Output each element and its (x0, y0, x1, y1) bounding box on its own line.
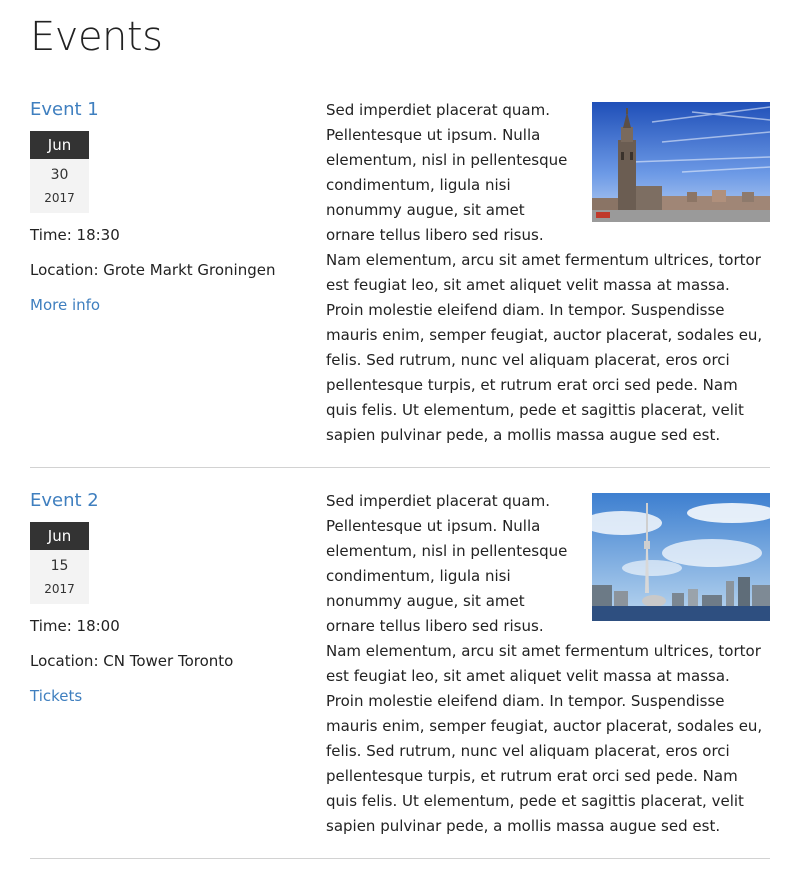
event-time: Time: 18:30 (30, 226, 120, 244)
church-tower-photo-icon (592, 102, 770, 222)
event-description: Sed imperdiet placerat quam. Pellentesqu… (326, 489, 770, 839)
date-badge: Jun 15 2017 (30, 522, 89, 604)
event-time: Time: 18:00 (30, 617, 120, 635)
date-day: 15 (50, 558, 69, 574)
event-location: Location: Grote Markt Groningen (30, 261, 276, 279)
event-title-link[interactable]: Event 1 (30, 98, 310, 122)
date-month: Jun (30, 522, 89, 550)
more-info-link[interactable]: More info (30, 296, 100, 314)
date-year: 2017 (44, 191, 75, 205)
date-month: Jun (30, 131, 89, 159)
date-year: 2017 (44, 582, 75, 596)
event-card: Event 2 Jun 15 2017 Time: 18:00 Location… (30, 489, 770, 859)
event-card: Event 1 Jun 30 2017 Time: 18:30 Location… (30, 98, 770, 468)
cn-tower-skyline-photo-icon (592, 493, 770, 621)
event-title-link[interactable]: Event 2 (30, 489, 310, 513)
date-body: 15 2017 (30, 550, 89, 604)
event-description: Sed imperdiet placerat quam. Pellentesqu… (326, 98, 770, 448)
event-meta-column: Event 2 Jun 15 2017 Time: 18:00 Location… (30, 489, 310, 705)
date-day: 30 (50, 167, 69, 183)
divider (30, 467, 770, 468)
divider (30, 858, 770, 859)
event-meta-column: Event 1 Jun 30 2017 Time: 18:30 Location… (30, 98, 310, 314)
page-title: Events (30, 14, 163, 60)
tickets-link[interactable]: Tickets (30, 687, 82, 705)
event-location: Location: CN Tower Toronto (30, 652, 234, 670)
date-badge: Jun 30 2017 (30, 131, 89, 213)
date-body: 30 2017 (30, 159, 89, 213)
